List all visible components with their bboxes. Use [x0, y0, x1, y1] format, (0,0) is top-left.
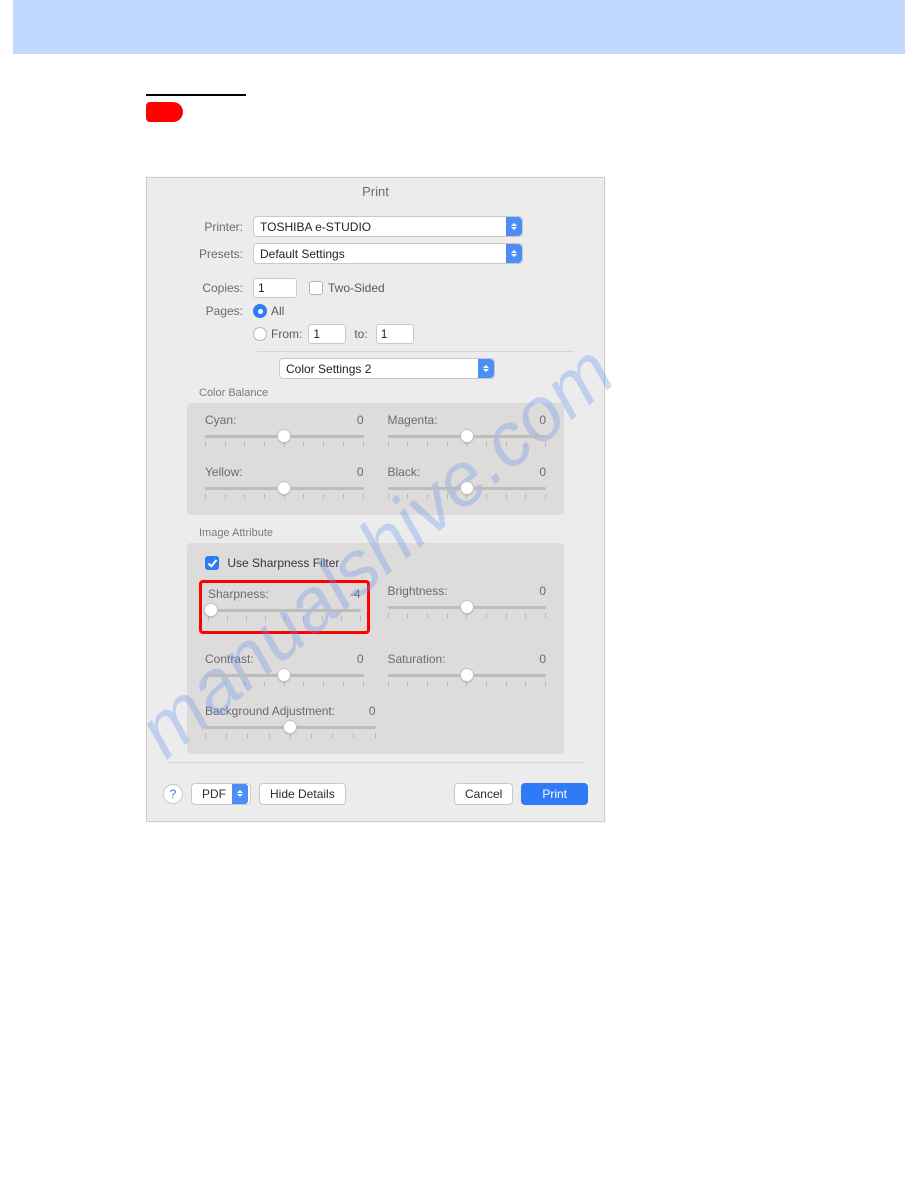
brightness-label: Brightness:: [388, 584, 540, 598]
hide-details-label: Hide Details: [270, 787, 335, 801]
saturation-slider[interactable]: [388, 674, 547, 677]
print-button[interactable]: Print: [521, 783, 588, 805]
dialog-title: Print: [147, 178, 604, 213]
section-value: Color Settings 2: [286, 362, 371, 376]
pages-from-label: From:: [271, 327, 302, 341]
two-sided-checkbox[interactable]: [309, 281, 323, 295]
pages-to-label: to:: [346, 327, 375, 341]
pages-label: Pages:: [163, 304, 253, 318]
copies-input[interactable]: [253, 278, 297, 298]
cancel-button[interactable]: Cancel: [454, 783, 513, 805]
cyan-label: Cyan:: [205, 413, 357, 427]
yellow-value: 0: [357, 465, 364, 479]
chevron-down-icon: [232, 784, 248, 804]
pages-to-input[interactable]: [376, 324, 414, 344]
slider-thumb[interactable]: [277, 429, 291, 443]
two-sided-label: Two-Sided: [328, 281, 385, 295]
use-sharpness-label: Use Sharpness Filter: [227, 556, 339, 570]
printer-value: TOSHIBA e-STUDIO: [260, 220, 371, 234]
print-dialog: manualshive.com Print Printer: TOSHIBA e…: [146, 177, 605, 822]
saturation-label: Saturation:: [388, 652, 540, 666]
pages-all-radio[interactable]: [253, 304, 267, 318]
print-label: Print: [542, 787, 567, 801]
updown-icon: [506, 244, 522, 263]
black-slider[interactable]: [388, 487, 547, 490]
brightness-value: 0: [539, 584, 546, 598]
cyan-slider[interactable]: [205, 435, 364, 438]
red-highlight-box: [146, 102, 183, 122]
pages-from-input[interactable]: [308, 324, 346, 344]
hide-details-button[interactable]: Hide Details: [259, 783, 346, 805]
color-balance-panel: Cyan:0 Magenta:0 Yellow:0: [187, 403, 564, 515]
contrast-label: Contrast:: [205, 652, 357, 666]
image-attribute-panel: Use Sharpness Filter Sharpness:-4 Bright…: [187, 543, 564, 754]
image-attribute-heading: Image Attribute: [199, 527, 564, 539]
magenta-value: 0: [539, 413, 546, 427]
slider-thumb[interactable]: [460, 429, 474, 443]
slider-thumb[interactable]: [283, 720, 297, 734]
printer-select[interactable]: TOSHIBA e-STUDIO: [253, 216, 523, 237]
slider-thumb[interactable]: [277, 668, 291, 682]
magenta-slider[interactable]: [388, 435, 547, 438]
pages-all-label: All: [271, 304, 284, 318]
updown-icon: [478, 359, 494, 378]
black-value: 0: [539, 465, 546, 479]
sharpness-value: -4: [350, 587, 361, 601]
color-balance-heading: Color Balance: [199, 387, 564, 399]
sharpness-highlight: Sharpness:-4: [199, 580, 370, 634]
heading-underline: [146, 94, 246, 96]
sharpness-slider[interactable]: [208, 609, 361, 612]
background-value: 0: [369, 704, 376, 718]
contrast-value: 0: [357, 652, 364, 666]
cyan-value: 0: [357, 413, 364, 427]
yellow-label: Yellow:: [205, 465, 357, 479]
presets-label: Presets:: [163, 247, 253, 261]
printer-label: Printer:: [163, 220, 253, 234]
slider-thumb[interactable]: [204, 603, 218, 617]
pdf-button[interactable]: PDF: [191, 783, 251, 805]
pdf-label: PDF: [202, 787, 226, 801]
cancel-label: Cancel: [465, 787, 502, 801]
presets-select[interactable]: Default Settings: [253, 243, 523, 264]
saturation-value: 0: [539, 652, 546, 666]
pages-from-radio[interactable]: [253, 327, 267, 341]
slider-thumb[interactable]: [460, 668, 474, 682]
slider-thumb[interactable]: [460, 481, 474, 495]
help-button[interactable]: ?: [163, 784, 183, 804]
slider-thumb[interactable]: [277, 481, 291, 495]
contrast-slider[interactable]: [205, 674, 364, 677]
background-slider[interactable]: [205, 726, 376, 729]
section-select[interactable]: Color Settings 2: [279, 358, 495, 379]
sharpness-label: Sharpness:: [208, 587, 350, 601]
updown-icon: [506, 217, 522, 236]
copies-label: Copies:: [163, 281, 253, 295]
presets-value: Default Settings: [260, 247, 345, 261]
use-sharpness-checkbox[interactable]: [205, 556, 219, 570]
slider-thumb[interactable]: [460, 600, 474, 614]
brightness-slider[interactable]: [388, 606, 547, 609]
yellow-slider[interactable]: [205, 487, 364, 490]
background-label: Background Adjustment:: [205, 704, 369, 718]
black-label: Black:: [388, 465, 540, 479]
top-banner: [13, 0, 905, 54]
magenta-label: Magenta:: [388, 413, 540, 427]
